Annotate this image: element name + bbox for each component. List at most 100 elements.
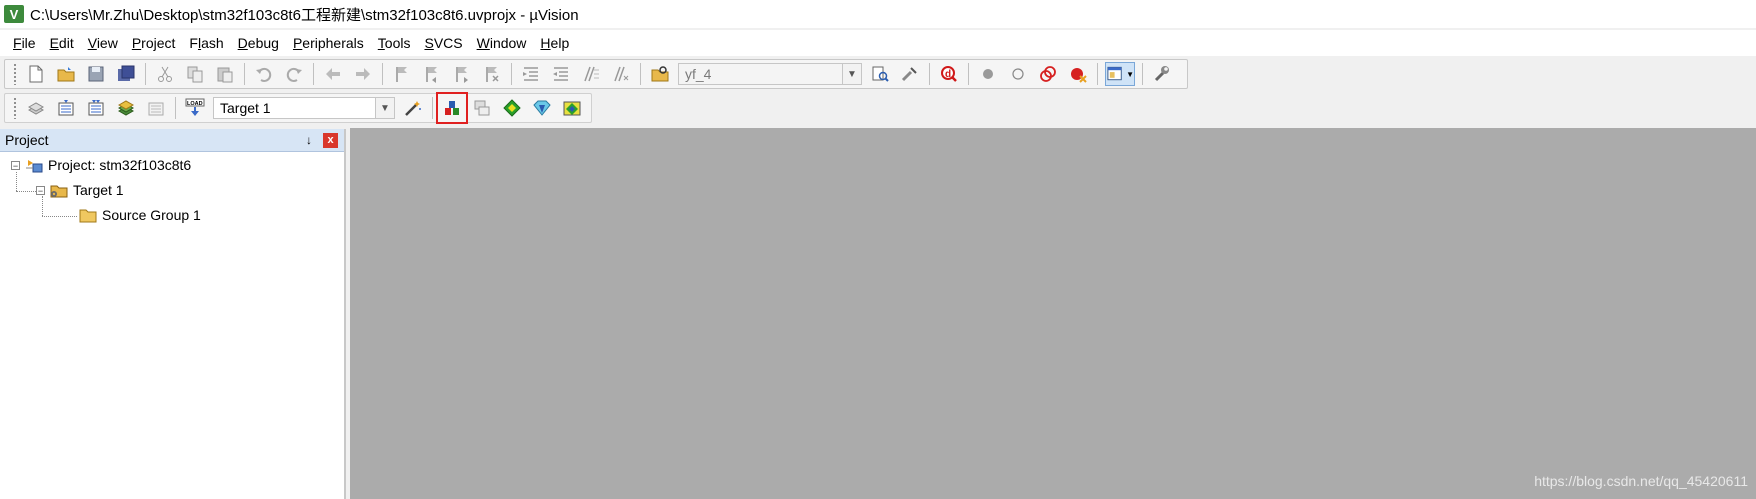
find-in-files-icon: [651, 66, 669, 82]
menu-label-rest: elp: [550, 35, 570, 51]
menu-accelerator: T: [377, 35, 385, 51]
clear-bookmarks-button[interactable]: [480, 62, 504, 86]
menu-peripherals[interactable]: Peripherals: [286, 30, 371, 56]
rte-green-diamond-icon: [503, 99, 521, 117]
breakpoint-icon: [983, 69, 993, 79]
configure-button[interactable]: [1150, 62, 1174, 86]
start-debug-session-button[interactable]: d: [937, 62, 961, 86]
menu-debug[interactable]: Debug: [231, 30, 286, 56]
enable-breakpoint-button[interactable]: [1006, 62, 1030, 86]
toolbar-gripper[interactable]: [13, 63, 17, 85]
uncomment-selection-button[interactable]: [609, 62, 633, 86]
chevron-down-icon[interactable]: ▼: [842, 64, 861, 84]
chevron-down-icon[interactable]: ▼: [375, 98, 394, 118]
build-icon: [58, 100, 74, 116]
unindent-button[interactable]: [549, 62, 573, 86]
menu-label-rest: ash: [201, 35, 224, 51]
software-packs-button[interactable]: [560, 96, 584, 120]
download-button[interactable]: LOAD: [183, 96, 207, 120]
wrench-icon: [1154, 66, 1169, 82]
save-all-button[interactable]: [114, 62, 138, 86]
bookmark-flag-icon: [396, 67, 407, 82]
copy-icon: [187, 66, 203, 83]
cut-button[interactable]: [153, 62, 177, 86]
window-layout-button[interactable]: ▼: [1105, 62, 1135, 86]
translate-button[interactable]: [24, 96, 48, 120]
incremental-find-button[interactable]: [898, 62, 922, 86]
manage-project-items-button[interactable]: [436, 92, 468, 124]
next-bookmark-button[interactable]: [450, 62, 474, 86]
stop-build-button[interactable]: [144, 96, 168, 120]
indent-icon: [523, 67, 538, 81]
build-button[interactable]: [54, 96, 78, 120]
toolbar-separator: [175, 97, 176, 119]
find-combo[interactable]: yf_4 ▼: [678, 63, 862, 85]
new-file-button[interactable]: [24, 62, 48, 86]
menu-window[interactable]: Window: [470, 30, 534, 56]
tree-item-label: Project: stm32f103c8t6: [48, 157, 192, 173]
breakpoints-disable-icon: [1040, 66, 1056, 82]
kill-all-breakpoints-button[interactable]: [1066, 62, 1090, 86]
comment-icon: [584, 66, 599, 82]
insert-breakpoint-button[interactable]: [976, 62, 1000, 86]
comment-selection-button[interactable]: [579, 62, 603, 86]
redo-button[interactable]: [282, 62, 306, 86]
menu-flash[interactable]: Flash: [182, 30, 230, 56]
project-panel-title: Project: [5, 132, 49, 148]
toolbar-separator: [511, 63, 512, 85]
menu-label-rest: ebug: [247, 35, 279, 51]
menu-label-rest: indow: [489, 35, 527, 51]
collapse-toggle[interactable]: −: [36, 185, 45, 195]
arrow-left-icon: [326, 68, 340, 80]
paste-button[interactable]: [213, 62, 237, 86]
open-file-button[interactable]: [54, 62, 78, 86]
previous-bookmark-button[interactable]: [420, 62, 444, 86]
incremental-find-icon: [901, 67, 917, 82]
menu-label-rest: VCS: [433, 35, 463, 51]
editor-area[interactable]: https://blog.csdn.net/qq_45420611: [350, 128, 1756, 499]
batch-build-button[interactable]: [114, 96, 138, 120]
translate-icon: [27, 102, 45, 115]
find-button[interactable]: [868, 62, 892, 86]
save-button[interactable]: [84, 62, 108, 86]
tree-item-project[interactable]: − Project: stm32f103c8t6: [11, 154, 191, 176]
collapse-toggle[interactable]: −: [11, 160, 20, 170]
paste-icon: [217, 67, 233, 83]
menu-accelerator: S: [424, 35, 434, 51]
magic-wand-icon: [405, 101, 421, 116]
manage-run-time-environment-button[interactable]: [500, 96, 524, 120]
indent-button[interactable]: [519, 62, 543, 86]
close-icon[interactable]: x: [323, 132, 338, 148]
menu-svcs[interactable]: SVCS: [417, 30, 469, 56]
software-packs-icon: [563, 101, 581, 116]
pack-installer-button[interactable]: [530, 96, 554, 120]
menu-tools[interactable]: Tools: [371, 30, 418, 56]
save-all-icon: [118, 65, 135, 81]
menu-file[interactable]: File: [6, 30, 43, 56]
navigate-back-button[interactable]: [321, 62, 345, 86]
target-options-button[interactable]: [401, 96, 425, 120]
menu-bar: File Edit View Project Flash Debug Peripherals…: [0, 30, 1756, 56]
disable-all-breakpoints-button[interactable]: [1036, 62, 1060, 86]
pin-icon[interactable]: ↓: [301, 132, 317, 148]
toolbar-separator: [244, 63, 245, 85]
undo-button[interactable]: [252, 62, 276, 86]
insert-bookmark-button[interactable]: [390, 62, 414, 86]
copy-button[interactable]: [183, 62, 207, 86]
menu-project[interactable]: Project: [125, 30, 183, 56]
rebuild-button[interactable]: [84, 96, 108, 120]
bookmark-clear-icon: [486, 67, 499, 82]
uvision-app-icon[interactable]: V: [4, 5, 24, 23]
navigate-forward-button[interactable]: [351, 62, 375, 86]
menu-edit[interactable]: Edit: [43, 30, 81, 56]
menu-help[interactable]: Help: [533, 30, 576, 56]
select-packs-button[interactable]: [470, 96, 494, 120]
find-in-files-button[interactable]: [648, 62, 672, 86]
tree-item-source-group[interactable]: Source Group 1: [78, 204, 201, 226]
toolbar-gripper[interactable]: [13, 97, 17, 119]
target-select[interactable]: Target 1 ▼: [213, 97, 395, 119]
target-select-value: Target 1: [220, 100, 271, 116]
menu-view[interactable]: View: [81, 30, 125, 56]
tree-item-target[interactable]: − Target 1: [36, 179, 124, 201]
find-icon: [872, 66, 889, 82]
